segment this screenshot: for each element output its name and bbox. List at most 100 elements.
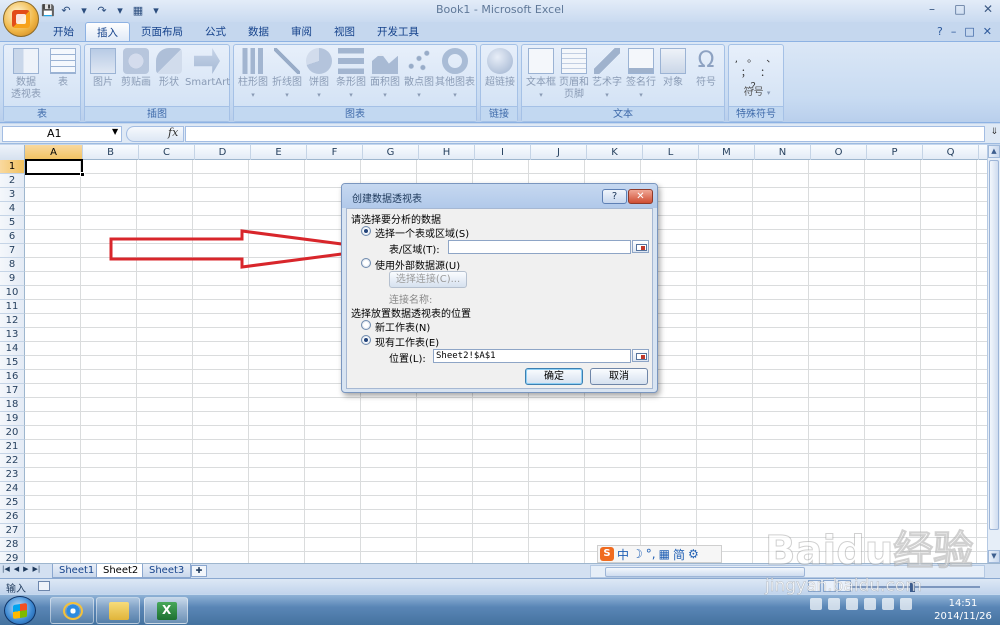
row-header[interactable]: 22: [0, 454, 25, 468]
scroll-down-icon[interactable]: ▼: [988, 550, 1000, 563]
column-header[interactable]: M: [699, 145, 755, 160]
radio-select-range[interactable]: [361, 226, 371, 236]
clipart-button[interactable]: 剪贴画: [119, 48, 153, 89]
tab-page-layout[interactable]: 页面布局: [130, 22, 194, 42]
column-header[interactable]: P: [867, 145, 923, 160]
tab-home[interactable]: 开始: [42, 22, 85, 42]
undo-icon[interactable]: ↶: [58, 3, 74, 19]
column-header[interactable]: H: [419, 145, 475, 160]
ime-keyboard-icon[interactable]: ▦: [659, 547, 670, 561]
column-header[interactable]: K: [587, 145, 643, 160]
column-header[interactable]: C: [139, 145, 195, 160]
cancel-button[interactable]: 取消: [590, 368, 648, 385]
office-button[interactable]: [3, 1, 39, 37]
row-header[interactable]: 5: [0, 216, 25, 230]
location-input[interactable]: Sheet2!$A$1: [433, 349, 631, 363]
tray-icon-1[interactable]: [810, 598, 822, 610]
column-header[interactable]: E: [251, 145, 307, 160]
insert-worksheet-icon[interactable]: ✚: [191, 565, 207, 577]
tray-icon-2[interactable]: [828, 598, 840, 610]
range-collapse-icon[interactable]: [632, 240, 649, 253]
row-header[interactable]: 6: [0, 230, 25, 244]
row-header[interactable]: 1: [0, 160, 25, 174]
smartart-button[interactable]: SmartArt: [185, 48, 230, 89]
tab-insert[interactable]: 插入: [85, 22, 130, 42]
row-header[interactable]: 14: [0, 342, 25, 356]
customize-qat-icon[interactable]: ▾: [148, 3, 164, 19]
location-collapse-icon[interactable]: [632, 349, 649, 362]
name-box-dropdown-icon[interactable]: ▼: [112, 127, 118, 136]
row-header[interactable]: 15: [0, 356, 25, 370]
tab-view[interactable]: 视图: [323, 22, 366, 42]
vertical-scroll-thumb[interactable]: [989, 160, 999, 530]
last-sheet-icon[interactable]: ▶|: [33, 565, 41, 573]
bar-chart-button[interactable]: 条形图 ▾: [334, 48, 368, 101]
row-header[interactable]: 12: [0, 314, 25, 328]
sogou-logo-icon[interactable]: S: [600, 547, 614, 561]
tray-icon-4[interactable]: [864, 598, 876, 610]
insert-function-icon[interactable]: fx: [168, 126, 178, 139]
ok-button[interactable]: 确定: [525, 368, 583, 385]
picture-button[interactable]: 图片: [89, 48, 117, 89]
select-all-corner[interactable]: [0, 145, 25, 160]
workbook-minimize-icon[interactable]: –: [951, 25, 957, 38]
scroll-up-icon[interactable]: ▲: [988, 145, 1000, 158]
special-symbol-button[interactable]: 符号 ▾: [735, 87, 779, 99]
sheet-tab-sheet1[interactable]: Sheet1: [52, 564, 102, 578]
column-header[interactable]: G: [363, 145, 419, 160]
row-header[interactable]: 11: [0, 300, 25, 314]
taskbar-excel[interactable]: [144, 597, 188, 624]
undo-dropdown-icon[interactable]: ▾: [76, 3, 92, 19]
column-header[interactable]: Q: [923, 145, 979, 160]
pie-chart-button[interactable]: 饼图 ▾: [304, 48, 334, 101]
area-chart-button[interactable]: 面积图 ▾: [368, 48, 402, 101]
horizontal-scrollbar[interactable]: [590, 565, 985, 578]
row-header[interactable]: 17: [0, 384, 25, 398]
radio-existing-worksheet[interactable]: [361, 335, 371, 345]
column-header[interactable]: I: [475, 145, 531, 160]
range-input[interactable]: [448, 240, 631, 254]
column-header[interactable]: J: [531, 145, 587, 160]
row-header[interactable]: 28: [0, 538, 25, 552]
ime-punctuation-icon[interactable]: °,: [646, 547, 656, 561]
zoom-slider[interactable]: [850, 586, 980, 588]
column-header[interactable]: O: [811, 145, 867, 160]
next-sheet-icon[interactable]: ▶: [23, 565, 28, 573]
option-external-source-label[interactable]: 使用外部数据源(U): [375, 257, 460, 272]
column-header[interactable]: F: [307, 145, 363, 160]
row-header[interactable]: 4: [0, 202, 25, 216]
column-header[interactable]: N: [755, 145, 811, 160]
workbook-close-icon[interactable]: ✕: [983, 25, 992, 38]
row-header[interactable]: 19: [0, 412, 25, 426]
column-header[interactable]: D: [195, 145, 251, 160]
row-header[interactable]: 3: [0, 188, 25, 202]
ime-width-icon[interactable]: ☽: [632, 547, 643, 561]
option-existing-worksheet-label[interactable]: 现有工作表(E): [375, 334, 439, 349]
row-header[interactable]: 13: [0, 328, 25, 342]
expand-formula-bar-icon[interactable]: ⇓: [990, 127, 998, 137]
option-select-range-label[interactable]: 选择一个表或区域(S): [375, 225, 469, 240]
row-header[interactable]: 24: [0, 482, 25, 496]
column-chart-button[interactable]: 柱形图 ▾: [236, 48, 270, 101]
column-header[interactable]: L: [643, 145, 699, 160]
radio-new-worksheet[interactable]: [361, 320, 371, 330]
choose-connection-button[interactable]: 选择连接(C)...: [389, 271, 467, 288]
close-icon[interactable]: ✕: [980, 2, 996, 16]
normal-view-icon[interactable]: [808, 580, 821, 592]
taskbar-ie[interactable]: [50, 597, 94, 624]
ime-simplified-mode[interactable]: 简: [673, 546, 685, 563]
wordart-button[interactable]: 艺术字 ▾: [590, 48, 624, 101]
start-button[interactable]: [4, 596, 36, 625]
row-header[interactable]: 27: [0, 524, 25, 538]
tab-review[interactable]: 审阅: [280, 22, 323, 42]
quick-print-icon[interactable]: ▦: [130, 3, 146, 19]
help-icon[interactable]: ?: [937, 25, 943, 38]
dialog-close-button[interactable]: ✕: [628, 189, 653, 204]
dialog-title-bar[interactable]: 创建数据透视表 ? ✕: [342, 184, 657, 208]
row-header[interactable]: 2: [0, 174, 25, 188]
object-button[interactable]: 对象: [658, 48, 688, 89]
tray-icon-3[interactable]: [846, 598, 858, 610]
column-header[interactable]: A: [25, 145, 83, 160]
ime-chinese-mode[interactable]: 中: [617, 546, 629, 563]
save-icon[interactable]: 💾: [40, 3, 56, 19]
